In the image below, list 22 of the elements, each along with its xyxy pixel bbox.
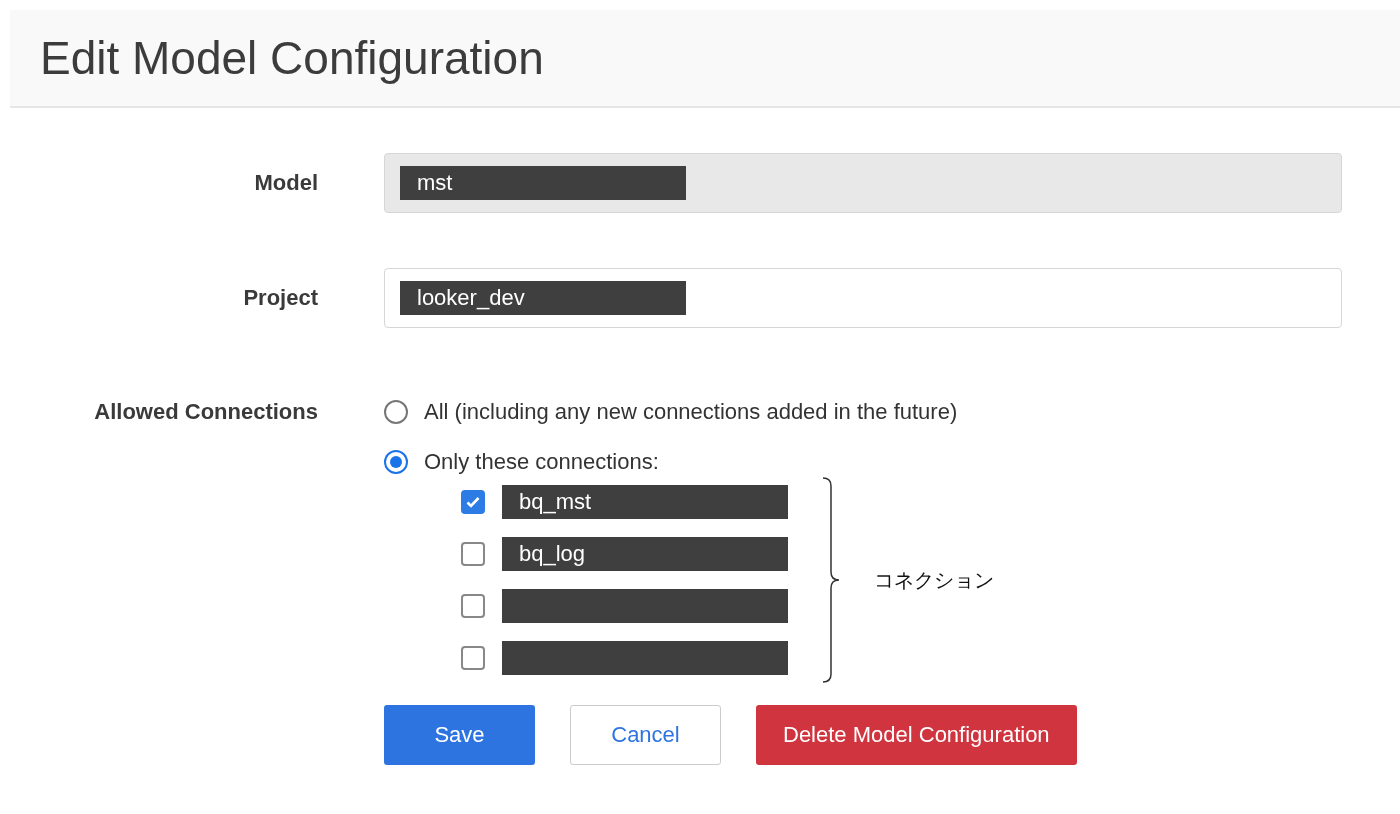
checkbox[interactable]	[461, 490, 485, 514]
connection-name: bq_mst	[502, 485, 788, 519]
field-label: Project	[243, 285, 318, 311]
check-icon	[465, 494, 481, 510]
field-label: Model	[254, 170, 318, 196]
cancel-button[interactable]: Cancel	[570, 705, 721, 765]
radio-button[interactable]	[384, 400, 408, 424]
radio-label: Only these connections:	[424, 449, 659, 475]
field-value: mst	[400, 166, 686, 200]
field-label: Allowed Connections	[94, 398, 318, 426]
connection-name: bq_log	[502, 537, 788, 571]
save-button[interactable]: Save	[384, 705, 535, 765]
field-value: looker_dev	[400, 281, 686, 315]
checkbox[interactable]	[461, 594, 485, 618]
checkbox[interactable]	[461, 542, 485, 566]
page-title: Edit Model Configuration	[40, 31, 544, 85]
delete-button[interactable]: Delete Model Configuration	[756, 705, 1077, 765]
checkbox[interactable]	[461, 646, 485, 670]
radio-label: All (including any new connections added in the future)	[424, 399, 958, 425]
annotation-label: コネクション	[874, 566, 994, 594]
input-field[interactable]: looker_dev	[384, 268, 1342, 328]
radio-button[interactable]	[384, 450, 408, 474]
